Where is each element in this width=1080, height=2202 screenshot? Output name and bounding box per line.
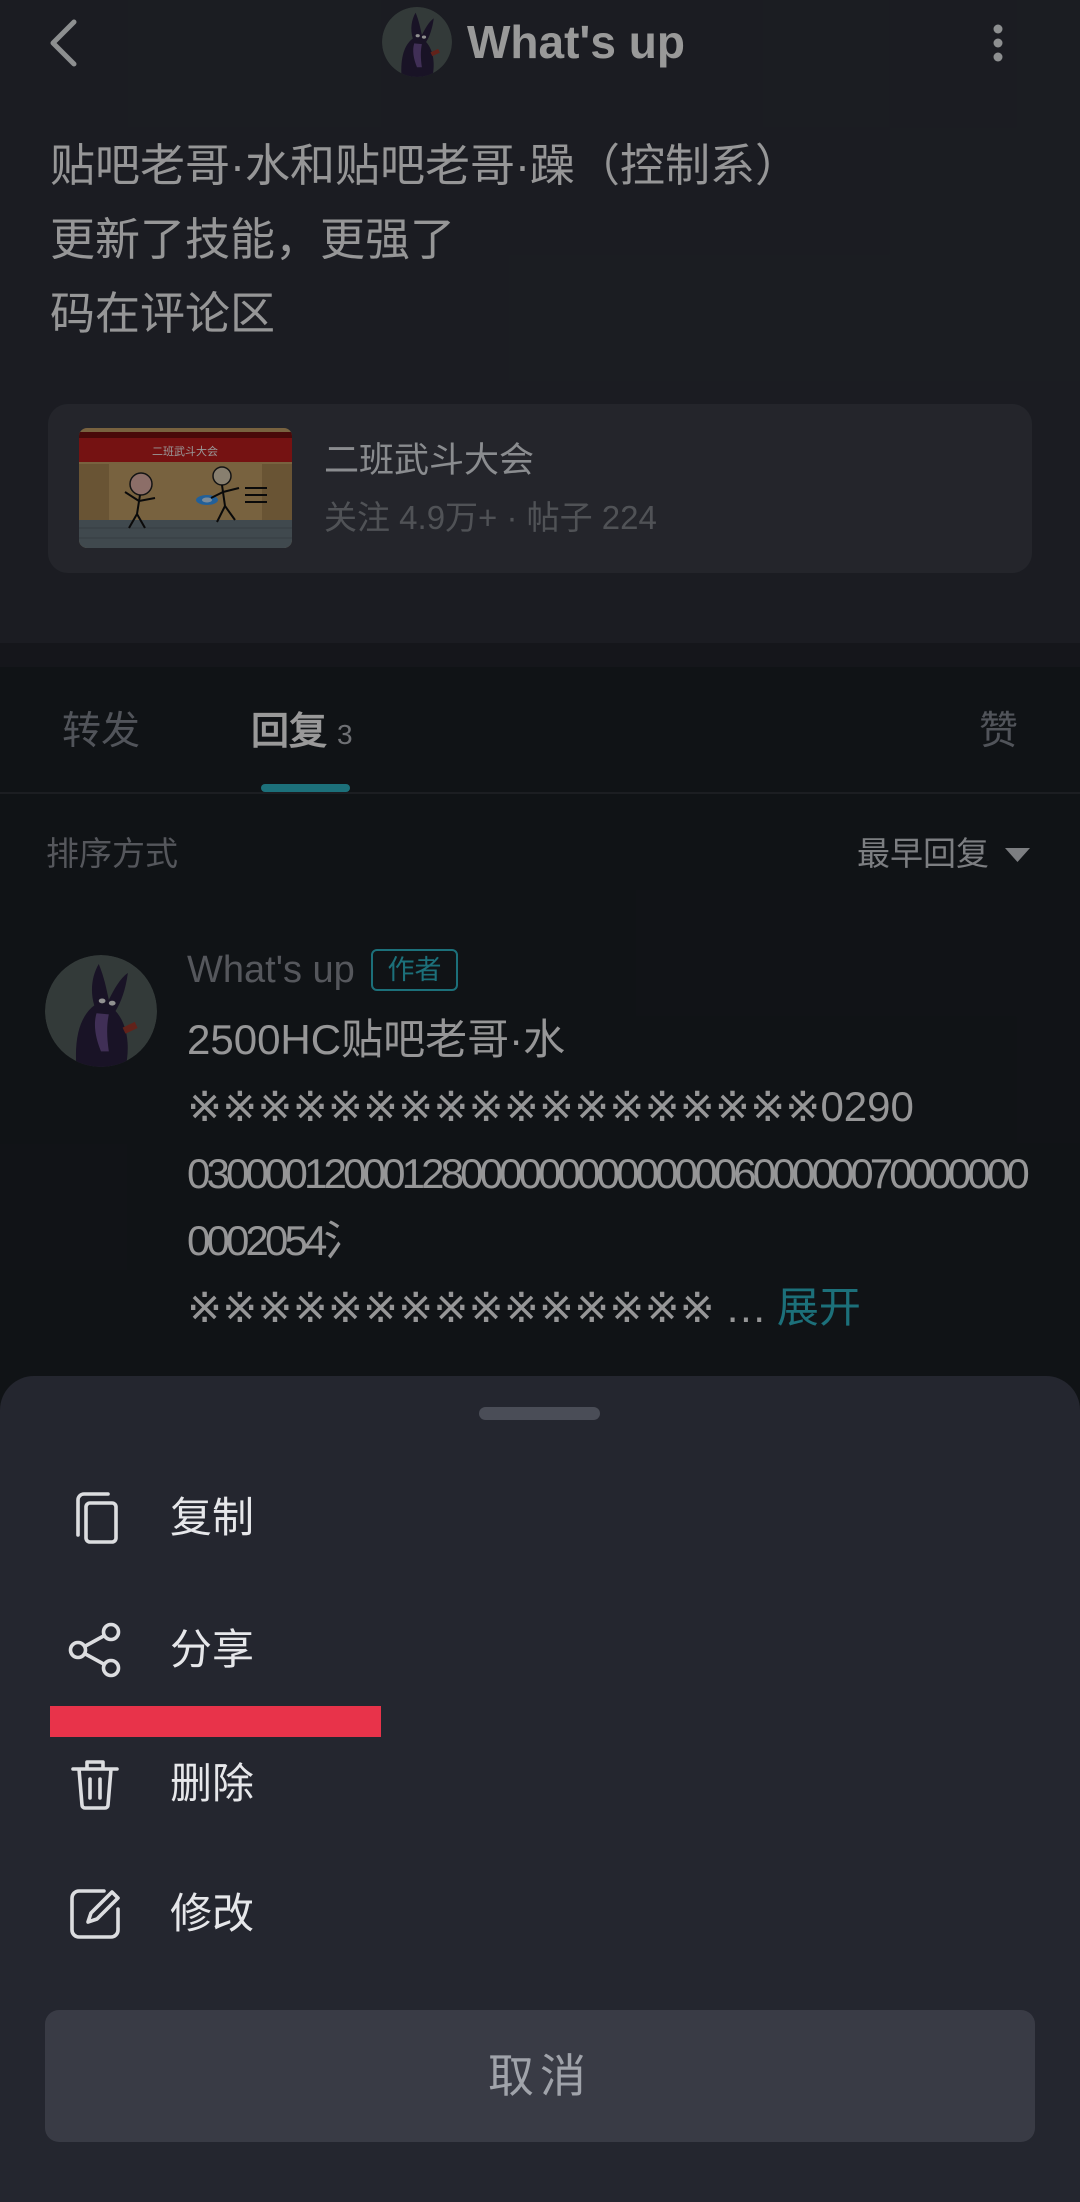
copy-label: 复制 (170, 1494, 255, 1541)
edit-button[interactable]: 修改 (0, 1848, 1080, 1980)
delete-label: 删除 (170, 1760, 255, 1807)
share-label: 分享 (170, 1626, 255, 1673)
cancel-label: 取消 (488, 2050, 592, 2102)
highlight-bar (50, 1706, 381, 1737)
edit-label: 修改 (170, 1890, 255, 1937)
edit-icon (70, 1889, 120, 1939)
cancel-button[interactable]: 取消 (45, 2010, 1035, 2142)
copy-icon (76, 1492, 118, 1544)
sheet-drag-handle[interactable] (479, 1407, 600, 1420)
share-icon (68, 1622, 121, 1678)
copy-button[interactable]: 复制 (0, 1452, 1080, 1584)
delete-button[interactable]: 删除 (0, 1718, 1080, 1850)
trash-icon (71, 1760, 119, 1810)
share-button[interactable]: 分享 (0, 1584, 1080, 1716)
action-sheet: 复制 分享 删除 修改 取消 (0, 1376, 1080, 2202)
